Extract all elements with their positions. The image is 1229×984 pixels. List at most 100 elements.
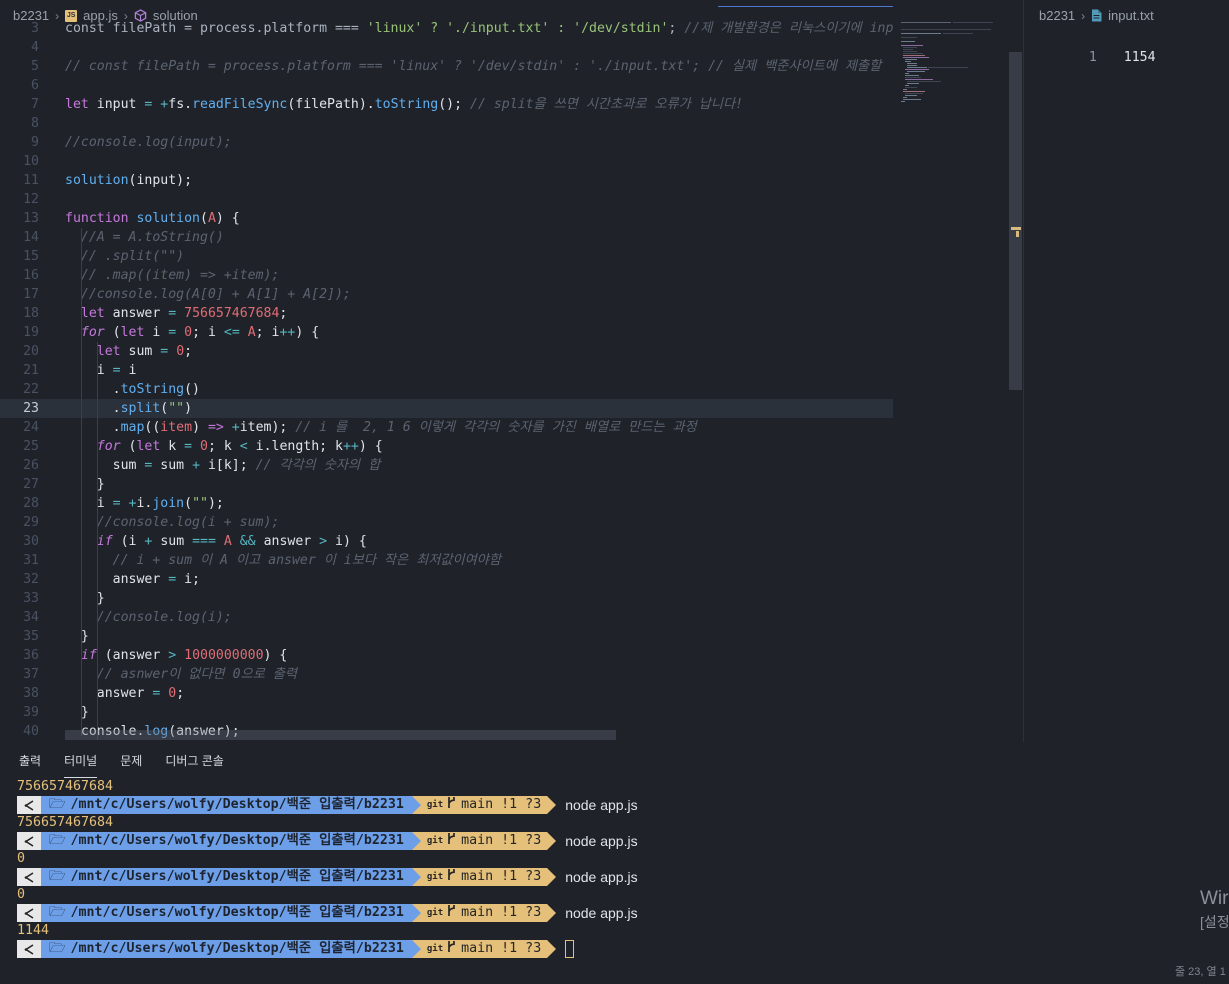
code-line[interactable]: 4: [0, 38, 893, 57]
code-line[interactable]: 27 }: [0, 475, 893, 494]
scrollbar-cursor-marker: [1016, 231, 1019, 237]
code-line[interactable]: 13 function solution(A) {: [0, 209, 893, 228]
line-number: 36: [23, 648, 39, 663]
code-line[interactable]: 19 for (let i = 0; i <= A; i++) {: [0, 323, 893, 342]
code-token: let: [65, 97, 97, 112]
code-line[interactable]: 34 //console.log(i);: [0, 608, 893, 627]
code-token: ; k: [207, 439, 240, 454]
prompt-path: 🗁 /mnt/c/Users/wolfy/Desktop/백준 입출력/b2231: [41, 832, 412, 850]
line-code: answer = 0;: [65, 686, 184, 701]
code-line[interactable]: 18 let answer = 756657467684;: [0, 304, 893, 323]
line-code: function solution(A) {: [65, 211, 240, 226]
code-line[interactable]: 17 //console.log(A[0] + A[1] + A[2]);: [0, 285, 893, 304]
code-line[interactable]: 39 }: [0, 703, 893, 722]
code-line[interactable]: 37 // asnwer이 없다면 0으로 출력: [0, 665, 893, 684]
code-line[interactable]: 36 if (answer > 1000000000) {: [0, 646, 893, 665]
horizontal-scrollbar-thumb[interactable]: [65, 730, 616, 740]
code-line[interactable]: 38 answer = 0;: [0, 684, 893, 703]
code-line[interactable]: 31 // i + sum 이 A 이고 answer 이 i보다 작은 최저값…: [0, 551, 893, 570]
code-token: +: [192, 458, 208, 473]
code-line[interactable]: 21 i = i: [0, 361, 893, 380]
code-token: item: [160, 420, 193, 435]
code-line[interactable]: 26 sum = sum + i[k]; // 각각의 숫자의 합: [0, 456, 893, 475]
code-line[interactable]: 25 for (let k = 0; k < i.length; k++) {: [0, 437, 893, 456]
minimap[interactable]: [898, 20, 1008, 115]
code-token: sum: [65, 458, 145, 473]
status-cursor-position[interactable]: 줄 23, 열 1: [1175, 963, 1226, 979]
panel-tab[interactable]: 터미널: [64, 752, 98, 778]
line-number: 14: [23, 230, 39, 245]
powerline-separator: [547, 832, 557, 850]
panel-tab[interactable]: 출력: [19, 752, 41, 778]
line-code: if (i + sum === A && answer > i) {: [65, 534, 367, 549]
line-code: let input = +fs.readFileSync(filePath).t…: [65, 97, 743, 112]
code-line[interactable]: 6: [0, 76, 893, 95]
terminal-command: node app.js: [565, 833, 638, 849]
code-line[interactable]: 33 }: [0, 589, 893, 608]
line-code: }: [65, 705, 89, 720]
code-line[interactable]: 32 answer = i;: [0, 570, 893, 589]
code-token: map: [120, 420, 145, 435]
code-token: 1000000000: [184, 648, 264, 663]
code-line[interactable]: 10: [0, 152, 893, 171]
code-line[interactable]: 7 let input = +fs.readFileSync(filePath).…: [0, 95, 893, 114]
code-token: sum: [128, 344, 161, 359]
code-token: ++: [342, 439, 359, 454]
code-line[interactable]: 29 //console.log(i + sum);: [0, 513, 893, 532]
code-token: solution: [136, 211, 200, 226]
code-token: k: [168, 439, 185, 454]
code-line[interactable]: 22 .toString(): [0, 380, 893, 399]
code-token: <: [239, 439, 256, 454]
code-line[interactable]: 28 i = +i.join("");: [0, 494, 893, 513]
code-line[interactable]: 20 let sum = 0;: [0, 342, 893, 361]
line-code: const filePath = process.platform === 'l…: [65, 21, 893, 36]
line-number: 3: [31, 21, 39, 36]
terminal-command: node app.js: [565, 797, 638, 813]
code-line[interactable]: 5 // const filePath = process.platform ==…: [0, 57, 893, 76]
code-line[interactable]: 16 // .map((item) => +item);: [0, 266, 893, 285]
code-line[interactable]: 35 }: [0, 627, 893, 646]
line-number: 22: [23, 382, 39, 397]
powerline-separator: [547, 868, 557, 886]
panel-tab[interactable]: 문제: [120, 752, 142, 778]
code-token: ) {: [263, 648, 288, 663]
code-token: ) {: [295, 325, 320, 340]
code-line[interactable]: 12: [0, 190, 893, 209]
code-token: filePath = process.platform ===: [112, 21, 367, 36]
line-number: 16: [23, 268, 39, 283]
code-token: (: [184, 496, 193, 511]
code-line[interactable]: 23 .split(""): [0, 399, 893, 418]
terminal-output: 756657467684: [17, 779, 114, 794]
terminal[interactable]: 756657467684 🗁 /mnt/c/Users/wolfy/Desktop/…: [17, 778, 638, 958]
code-token: 0: [176, 344, 185, 359]
input-txt-line[interactable]: 1 1154: [1024, 29, 1156, 65]
code-line[interactable]: 15 // .split(""): [0, 247, 893, 266]
code-line[interactable]: 9 //console.log(input);: [0, 133, 893, 152]
code-token: answer: [112, 306, 169, 321]
code-line[interactable]: 30 if (i + sum === A && answer > i) {: [0, 532, 893, 551]
code-line[interactable]: 8: [0, 114, 893, 133]
code-line[interactable]: 24 .map((item) => +item); // i 를 2, 1 6 …: [0, 418, 893, 437]
code-token: (i: [120, 534, 145, 549]
folder-icon: 🗁: [49, 905, 66, 920]
powerline-separator: [411, 940, 421, 958]
vertical-scrollbar-thumb[interactable]: [1009, 52, 1022, 390]
code-token: >: [319, 534, 336, 549]
code-token: // i + sum 이 A 이고 answer 이 i보다 작은 최저값이여야…: [65, 553, 502, 568]
line-text: 1154: [1123, 50, 1156, 65]
panel-tab[interactable]: 디버그 콘솔: [165, 752, 224, 778]
prompt-path-dir: /b2231: [355, 941, 404, 956]
code-line[interactable]: 11 solution(input);: [0, 171, 893, 190]
code-token: if: [80, 648, 105, 663]
breadcrumb-folder[interactable]: b2231: [1039, 8, 1075, 23]
line-number: 39: [23, 705, 39, 720]
split-editor-input-txt[interactable]: b2231 › input.txt 1 1154: [1023, 0, 1229, 742]
code-line[interactable]: 3 const filePath = process.platform === '…: [0, 19, 893, 38]
line-number: 25: [23, 439, 39, 454]
line-number: 19: [23, 325, 39, 340]
code-line[interactable]: 14 //A = A.toString(): [0, 228, 893, 247]
breadcrumb-file[interactable]: input.txt: [1108, 8, 1154, 23]
line-code: }: [65, 477, 105, 492]
terminal-cursor[interactable]: [565, 940, 575, 958]
code-editor[interactable]: 3 const filePath = process.platform === '…: [0, 0, 1008, 742]
